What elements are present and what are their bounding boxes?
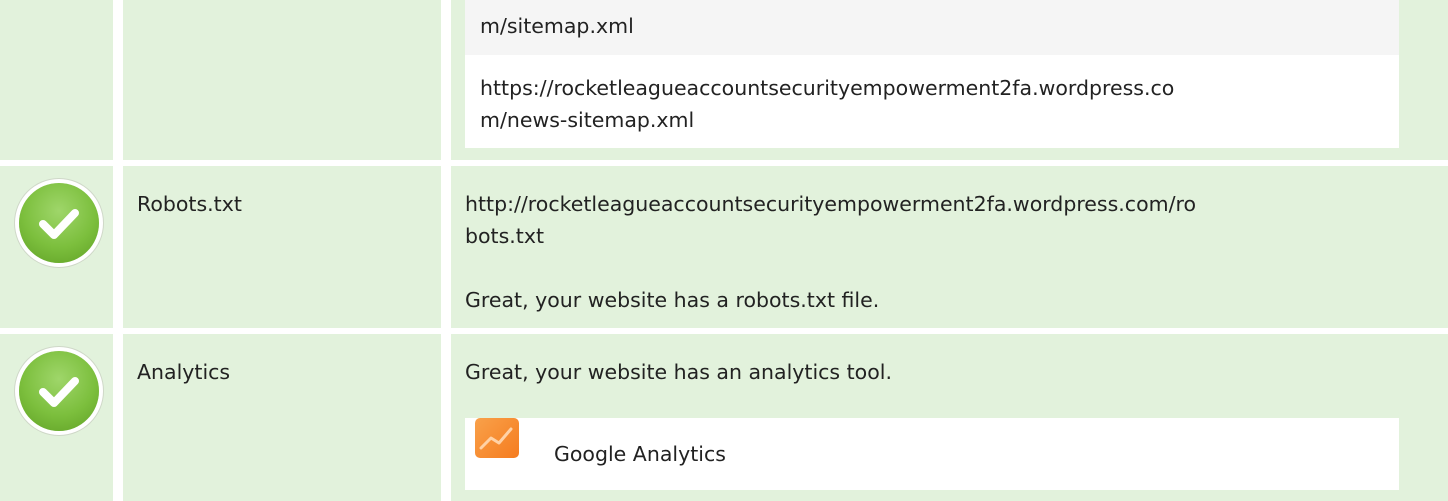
- analytics-tool-item: Google Analytics: [465, 418, 1399, 490]
- robots-url-line-1[interactable]: http://rocketleagueaccountsecurityempowe…: [465, 188, 1196, 220]
- analytics-status-cell: [0, 334, 113, 501]
- robots-status-cell: [0, 166, 113, 328]
- analytics-value-cell: Great, your website has an analytics too…: [451, 334, 1448, 501]
- analytics-message: Great, your website has an analytics too…: [465, 360, 892, 384]
- analytics-check-icon: [19, 351, 99, 431]
- analytics-tool-name[interactable]: Google Analytics: [554, 438, 726, 470]
- sitemap-status-cell: [0, 0, 113, 160]
- analytics-label-cell: Analytics: [123, 334, 441, 501]
- robots-label-cell: Robots.txt: [123, 166, 441, 328]
- analytics-label: Analytics: [137, 360, 231, 384]
- sitemap-line-1[interactable]: m/sitemap.xml: [480, 10, 634, 42]
- robots-value-cell: http://rocketleagueaccountsecurityempowe…: [451, 166, 1448, 328]
- robots-check-icon: [19, 183, 99, 263]
- robots-url-line-2[interactable]: bots.txt: [465, 220, 544, 252]
- sitemap-line-3[interactable]: m/news-sitemap.xml: [480, 104, 694, 136]
- sitemap-line-2[interactable]: https://rocketleagueaccountsecurityempow…: [480, 72, 1174, 104]
- robots-label: Robots.txt: [137, 192, 242, 216]
- robots-message: Great, your website has a robots.txt fil…: [465, 288, 880, 312]
- google-analytics-icon: [475, 418, 519, 458]
- sitemap-label-cell: [123, 0, 441, 160]
